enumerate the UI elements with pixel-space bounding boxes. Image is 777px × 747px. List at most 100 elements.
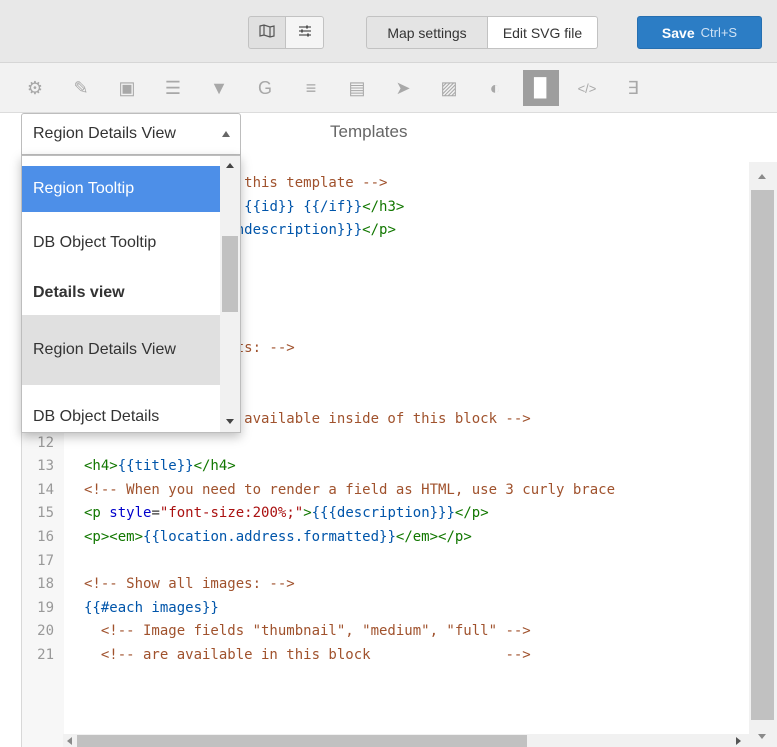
line-number: 12 [37,434,54,451]
code-line[interactable]: 15 <p style="font-size:200%;">{{{descript… [22,502,762,525]
image-icon[interactable]: ▨ [431,70,467,106]
filter-icon[interactable]: ▼ [201,70,237,106]
scroll-down-icon[interactable] [226,419,234,424]
scroll-left-icon[interactable] [67,737,72,745]
code-token: <!-- When you need to render a field as … [84,481,616,498]
code-text: <!-- When you need to render a field as … [84,479,615,502]
code-line[interactable]: 14 <!-- When you need to render a field a… [22,479,762,502]
code-token: </em></p> [395,529,472,545]
code-token: </p> [454,505,489,522]
code-text: {{#each images}} [84,597,219,620]
dropdown-option[interactable]: Region Details View [22,315,220,385]
code-line[interactable]: 19 {{#each images}} [22,597,762,620]
code-token: {{title}} [117,458,194,475]
code-line[interactable]: 13 <h4>{{title}}</h4> [22,455,762,478]
code-text: <!-- Image fields "thumbnail", "medium",… [84,620,531,643]
code-text: <p style="font-size:200%;">{{{descriptio… [84,502,489,525]
caret-up-icon [222,131,230,137]
code-token: <p><em> [84,529,144,545]
save-button[interactable]: Save Ctrl+S [637,16,762,49]
code-token: style [109,505,152,522]
template-select-value: Region Details View [33,125,176,142]
edit-svg-tab[interactable]: Edit SVG file [488,16,598,49]
scrollbar-thumb[interactable] [222,236,238,312]
google-icon[interactable]: G [247,70,283,106]
code-text: <h4>{{title}}</h4> [84,455,236,478]
brush-icon[interactable]: ✎ [63,70,99,106]
save-label: Save [661,24,695,41]
code-text: <p><em>{{location.address.formatted}}</e… [84,526,472,549]
scrollbar-thumb[interactable] [751,190,774,720]
code-token: </h4> [193,458,236,475]
dropdown-group-header: Details view [33,284,125,301]
code-token: <!-- are available in this block --> [100,647,531,663]
code-token: {{id}} [244,198,295,215]
dropdown-option[interactable]: Region Tooltip [22,166,220,212]
scroll-up-icon[interactable] [758,174,766,179]
document-icon[interactable]: ▉ [523,70,559,106]
code-line[interactable]: 17 [22,550,762,573]
code-line[interactable]: 18 <!-- Show all images: --> [22,573,762,596]
code-token: {{/if}} [303,198,363,215]
code-token: </h3> [362,198,405,215]
css-icon[interactable]: ∃ [615,70,651,106]
card-icon[interactable]: ▤ [339,70,375,106]
line-number: 16 [37,529,54,545]
scroll-right-icon[interactable] [736,737,741,745]
settings-icon-toolbar: ⚙ ✎ ▣ ☰ ▼ G ≡ ▤ ➤ ▨ ◐ ▉ </> ∃ [0,63,777,113]
line-number: 17 [37,552,54,569]
line-number: 21 [37,647,54,663]
gear-icon[interactable]: ⚙ [17,70,53,106]
map-view-button[interactable] [248,16,286,49]
code-line[interactable]: 21 <!-- are available in this block --> [22,644,762,667]
code-token: {{{description}}} [311,505,455,522]
dropdown-scrollbar[interactable] [220,156,240,432]
line-number: 19 [37,599,54,616]
code-line[interactable]: 12 [22,432,762,455]
region-icon[interactable]: ▣ [109,70,145,106]
template-dropdown-menu: DB Object Details Region Details View Deta… [21,155,241,433]
editor-vertical-scrollbar[interactable] [749,162,777,747]
settings-view-button[interactable] [286,16,324,49]
scroll-up-icon[interactable] [226,163,234,168]
scroll-down-icon[interactable] [758,734,766,739]
code-token: = [151,505,160,522]
line-number: 20 [37,623,54,640]
editor-horizontal-scrollbar[interactable] [63,734,749,747]
sliders-icon [298,24,312,41]
code-text: <!-- Show all images: --> [84,573,295,596]
code-token: <!-- Show all images: --> [84,576,295,593]
code-token: <!-- Image fields "thumbnail", "medium",… [100,623,531,640]
cursor-icon[interactable]: ➤ [385,70,421,106]
code-text: <!-- are available in this block --> [84,644,531,667]
line-number: 14 [37,481,54,498]
code-line[interactable]: 16 <p><em>{{location.address.formatted}}<… [22,526,762,549]
code-token: "font-size:200%;" [159,505,304,522]
code-token: <h4> [84,458,118,475]
code-token: > [303,505,312,522]
code-token: <p [84,505,110,522]
line-number: 13 [37,458,54,475]
top-toolbar: Map settings Edit SVG file Save Ctrl+S [0,0,777,63]
code-token: </p> [362,222,396,239]
code-line[interactable]: 20 <!-- Image fields "thumbnail", "mediu… [22,620,762,643]
list-icon[interactable]: ≡ [293,70,329,106]
save-shortcut: Ctrl+S [700,25,738,40]
template-select[interactable]: Region Details View [21,113,241,155]
code-token: {{location.address.formatted}} [143,529,396,545]
code-icon[interactable]: </> [569,70,605,106]
scrollbar-thumb[interactable] [77,735,527,747]
dropdown-option[interactable]: DB Object Details [22,394,220,432]
toggle-icon[interactable]: ◐ [477,70,513,106]
line-number: 15 [37,505,54,522]
line-number: 18 [37,576,54,593]
map-icon [259,24,275,41]
code-token: {{#each images}} [84,599,219,616]
dropdown-option[interactable]: DB Object Tooltip [22,220,220,266]
map-settings-tab[interactable]: Map settings [366,16,488,49]
templates-title: Templates [330,122,408,141]
database-icon[interactable]: ☰ [155,70,191,106]
